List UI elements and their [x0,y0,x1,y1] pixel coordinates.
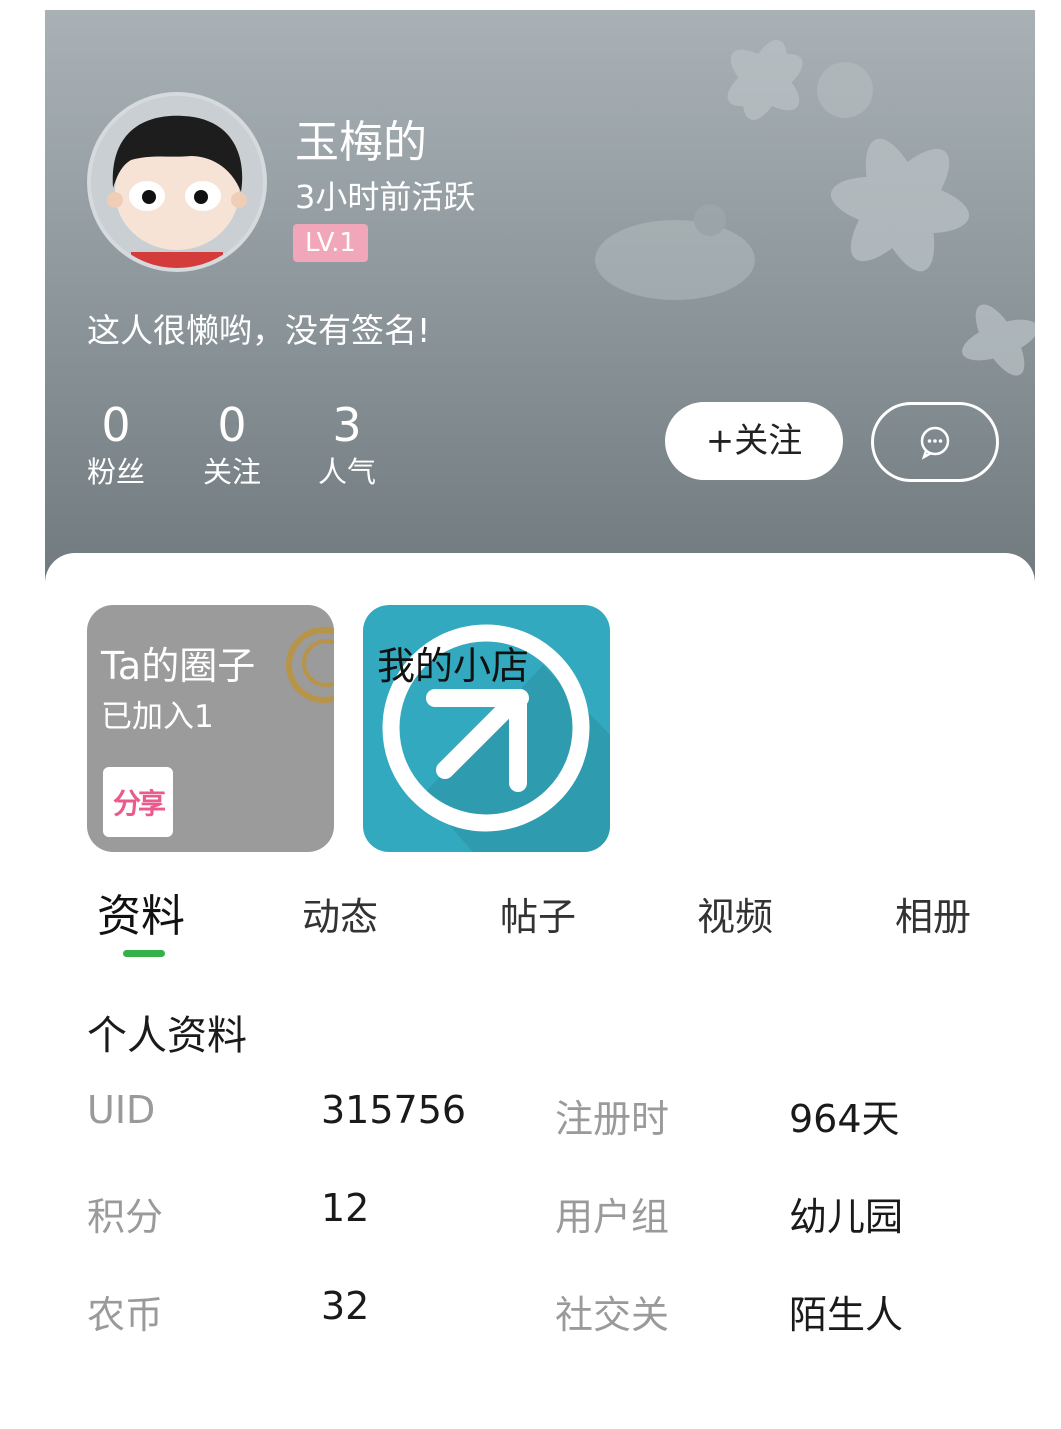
circle-card-title: Ta的圈子 [101,644,256,688]
stat-label: 粉丝 [86,455,145,489]
shop-card-title: 我的小店 [377,644,530,688]
profile-header: 玉梅的 3小时前活跃 LV.1 这人很懒哟，没有签名! 0 粉丝 0 关注 3 … [45,10,1035,610]
info-label: UID [87,1088,156,1132]
tab-profile[interactable]: 资料 [97,880,185,944]
info-value: 幼儿园 [789,1195,904,1239]
stat-popularity[interactable]: 3 人气 [307,400,387,494]
info-label: 用户组 [555,1195,670,1239]
level-badge: LV.1 [293,224,368,262]
message-button[interactable] [871,402,999,482]
info-label: 注册时 [555,1097,670,1141]
chat-bubble-icon [920,426,950,460]
info-row: 积分 12 用户组 幼儿园 [87,1186,987,1246]
follow-button[interactable]: +关注 [665,402,843,480]
tab-albums[interactable]: 相册 [895,886,971,941]
profile-content: Ta的圈子 已加入1 分享 我的小店 资料 动态 帖子 视频 相册 个人资料 U… [45,553,1035,1429]
stat-value: 0 [217,398,247,452]
shop-card[interactable]: 我的小店 [363,605,610,852]
active-tab-indicator [123,950,165,957]
info-row: 农币 32 社交关 陌生人 [87,1284,987,1344]
info-label: 社交关 [555,1293,670,1337]
share-badge-text: 分享 [112,787,166,820]
tab-videos[interactable]: 视频 [697,886,773,941]
username: 玉梅的 [295,117,427,168]
info-value: 12 [321,1186,370,1230]
info-row: UID 315756 注册时 964天 [87,1088,987,1148]
section-title: 个人资料 [87,1013,247,1059]
active-status: 3小时前活跃 [295,178,476,216]
share-icon: 分享 [103,767,173,837]
tab-posts[interactable]: 帖子 [500,886,576,941]
stat-value: 0 [101,398,131,452]
info-value: 964天 [789,1097,900,1141]
circle-card[interactable]: Ta的圈子 已加入1 分享 [87,605,334,852]
stat-fans[interactable]: 0 粉丝 [76,400,156,494]
circle-card-subtitle: 已加入1 [101,699,214,735]
info-value: 315756 [321,1088,467,1132]
stat-label: 人气 [317,455,376,489]
stat-value: 3 [332,398,362,452]
info-label: 农币 [87,1293,164,1337]
info-value: 陌生人 [789,1293,904,1337]
info-value: 32 [321,1284,370,1328]
stat-following[interactable]: 0 关注 [192,400,272,494]
info-label: 积分 [87,1195,164,1239]
tab-activity[interactable]: 动态 [302,886,378,941]
user-avatar[interactable] [87,92,267,272]
stat-label: 关注 [202,455,261,489]
signature: 这人很懒哟，没有签名! [87,311,431,350]
profile-tabs: 资料 动态 帖子 视频 相册 [45,878,1035,968]
cartoon-face-icon [91,96,263,268]
